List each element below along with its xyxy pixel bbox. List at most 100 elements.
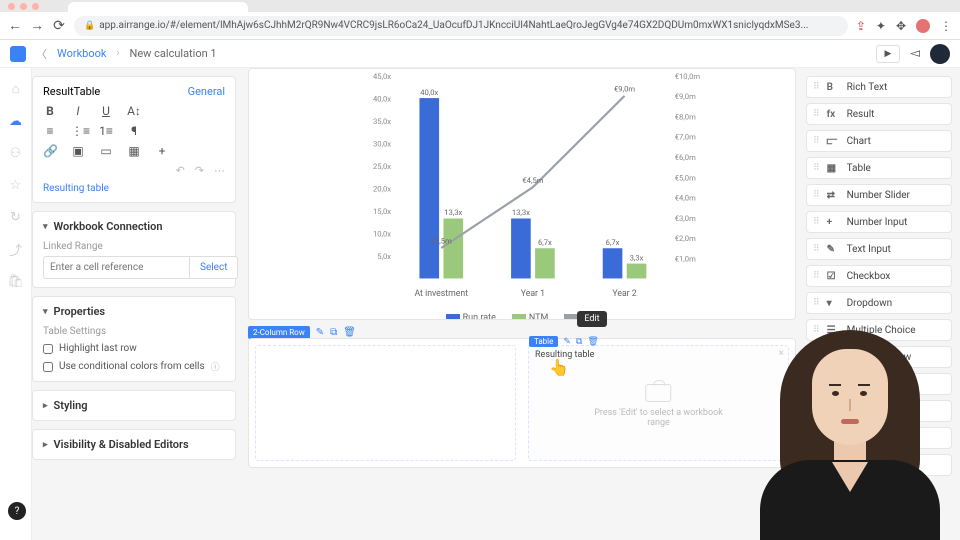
conditional-colors-checkbox[interactable] (43, 362, 53, 372)
chevron-right-icon[interactable]: ▸ (43, 401, 48, 411)
component-label: Number Slider (847, 190, 910, 201)
component-label: Text Input (847, 244, 891, 255)
resulting-table-link[interactable]: Resulting table (43, 183, 225, 194)
rail-home-icon[interactable]: ⌂ (9, 82, 23, 96)
url-text: app.airrange.io/#/element/lMhAjw6sCJhhM2… (99, 20, 808, 31)
drag-handle-icon: ⠿ (813, 433, 819, 443)
chevron-down-icon[interactable]: ▾ (43, 222, 48, 232)
bold-button[interactable]: B (43, 104, 57, 118)
indent-button[interactable]: ¶ (127, 124, 141, 138)
play-button[interactable]: ▶ (876, 45, 900, 63)
list-ul-button[interactable]: ⋮≡ (71, 124, 85, 138)
more-button[interactable]: ⋯ (214, 164, 225, 177)
component-4-column-row[interactable]: ⠿#4-Column Row (806, 400, 952, 422)
duplicate-row-icon[interactable]: ⧉ (330, 327, 337, 338)
component-icon: ▾ (827, 298, 839, 309)
component-icon: ▦ (827, 163, 839, 174)
table-settings-label: Table Settings (43, 326, 225, 337)
font-size-button[interactable]: A↕ (127, 104, 141, 118)
component-3-column-row[interactable]: ⠿#3-Column Row (806, 373, 952, 395)
svg-text:40,0x: 40,0x (373, 94, 391, 103)
table-edit-icon[interactable]: ✎ Edit (563, 337, 571, 347)
align-button[interactable]: ≡ (43, 124, 57, 138)
help-fab[interactable]: ? (8, 502, 26, 520)
app-logo[interactable] (10, 46, 26, 62)
image-button[interactable]: ▣ (71, 144, 85, 158)
highlight-last-row-checkbox[interactable] (43, 344, 53, 354)
properties-title: Properties (54, 305, 106, 318)
general-tab[interactable]: General (188, 85, 225, 98)
component-dropdown[interactable]: ⠿▾Dropdown (806, 292, 952, 314)
linked-range-label: Linked Range (43, 241, 225, 252)
puzzle-icon[interactable]: ✥ (896, 19, 906, 33)
drag-handle-icon: ⠿ (813, 406, 819, 416)
extensions-icon[interactable]: ✦ (876, 19, 886, 33)
svg-text:€3,0m: €3,0m (675, 214, 696, 223)
delete-row-icon[interactable]: 🗑 (343, 327, 356, 338)
table-duplicate-icon[interactable]: ⧉ (576, 337, 582, 347)
rail-share-icon[interactable]: ⤴ (9, 242, 23, 256)
profile-icon[interactable] (916, 19, 930, 33)
component-5-column-row[interactable]: ⠿#5-Column Row (806, 427, 952, 449)
chevron-down-icon[interactable]: ▾ (43, 307, 48, 317)
italic-button[interactable]: I (71, 104, 85, 118)
rail-star-icon[interactable]: ☆ (9, 178, 23, 192)
table-delete-icon[interactable]: 🗑 (587, 337, 598, 347)
svg-text:At investment: At investment (414, 289, 468, 299)
reload-button[interactable]: ⟳ (52, 19, 66, 33)
browser-tab[interactable] (68, 2, 248, 12)
svg-text:5,0x: 5,0x (377, 252, 391, 261)
drag-handle-icon: ⠿ (813, 136, 819, 146)
chevron-right-icon[interactable]: ▸ (43, 440, 48, 450)
component-rich-text[interactable]: ⠿BRich Text (806, 76, 952, 98)
component-chart[interactable]: ⠿⫍Chart (806, 130, 952, 152)
table-block-title: Resulting table (535, 350, 594, 360)
component-number-input[interactable]: ⠿+Number Input (806, 211, 952, 233)
add-button[interactable]: + (155, 144, 169, 158)
select-range-button[interactable]: Select (189, 256, 238, 279)
link-button[interactable]: 🔗 (43, 144, 57, 158)
chart-block[interactable]: 5,0x10,0x15,0x20,0x25,0x30,0x35,0x40,0x4… (248, 68, 796, 320)
row-cell-right[interactable]: Table ✎ Edit ⧉ 🗑 Resulting table × Press… (528, 345, 789, 461)
rail-cart-icon[interactable]: 🛍 (9, 274, 23, 288)
component-multiple-choice[interactable]: ⠿☰Multiple Choice (806, 319, 952, 341)
component-checkbox[interactable]: ⠿☑Checkbox (806, 265, 952, 287)
component-label: 5-Column Row (847, 433, 912, 444)
component-number-slider[interactable]: ⠿⇄Number Slider (806, 184, 952, 206)
back-caret-icon[interactable]: 〈 (36, 46, 47, 62)
url-bar[interactable]: 🔒app.airrange.io/#/element/lMhAjw6sCJhhM… (74, 16, 848, 36)
two-column-row-block[interactable]: Table ✎ Edit ⧉ 🗑 Resulting table × Press… (248, 338, 796, 468)
component-table[interactable]: ⠿▦Table (806, 157, 952, 179)
video-button[interactable]: ▭ (99, 144, 113, 158)
component-6-column-row[interactable]: ⠿#6-Column Row (806, 454, 952, 476)
underline-button[interactable]: U (99, 104, 113, 118)
drag-handle-icon: ⠿ (813, 460, 819, 470)
row-cell-left[interactable] (255, 345, 516, 461)
svg-text:€10,0m: €10,0m (675, 72, 701, 81)
announce-icon[interactable]: ◅ (910, 46, 920, 61)
svg-text:40,0x: 40,0x (420, 88, 438, 97)
breadcrumb-workbook[interactable]: Workbook (57, 47, 106, 60)
table-dismiss-icon[interactable]: × (779, 348, 784, 359)
info-icon[interactable]: ⓘ (211, 360, 220, 373)
component-icon: # (827, 406, 839, 417)
share-icon[interactable]: ⇪ (856, 19, 866, 33)
edit-row-icon[interactable]: ✎ (316, 327, 324, 338)
drag-handle-icon: ⠿ (813, 379, 819, 389)
redo-button[interactable]: ↷ (195, 164, 204, 177)
svg-text:13,3x: 13,3x (512, 208, 530, 217)
rail-history-icon[interactable]: ↻ (9, 210, 23, 224)
rail-people-icon[interactable]: ⚇ (9, 146, 23, 160)
list-ol-button[interactable]: 1≡ (99, 124, 113, 138)
component-text-input[interactable]: ⠿✎Text Input (806, 238, 952, 260)
component-2-column-row[interactable]: ⠿#2-Column Row (806, 346, 952, 368)
back-button[interactable]: ← (8, 19, 22, 33)
user-avatar[interactable] (930, 44, 950, 64)
rail-cloud-icon[interactable]: ☁ (9, 114, 23, 128)
component-result[interactable]: ⠿fxResult (806, 103, 952, 125)
table-button[interactable]: ▦ (127, 144, 141, 158)
undo-button[interactable]: ↶ (176, 164, 185, 177)
menu-icon[interactable]: ⋮ (940, 19, 952, 33)
forward-button[interactable]: → (30, 19, 44, 33)
cell-reference-input[interactable] (43, 256, 189, 279)
